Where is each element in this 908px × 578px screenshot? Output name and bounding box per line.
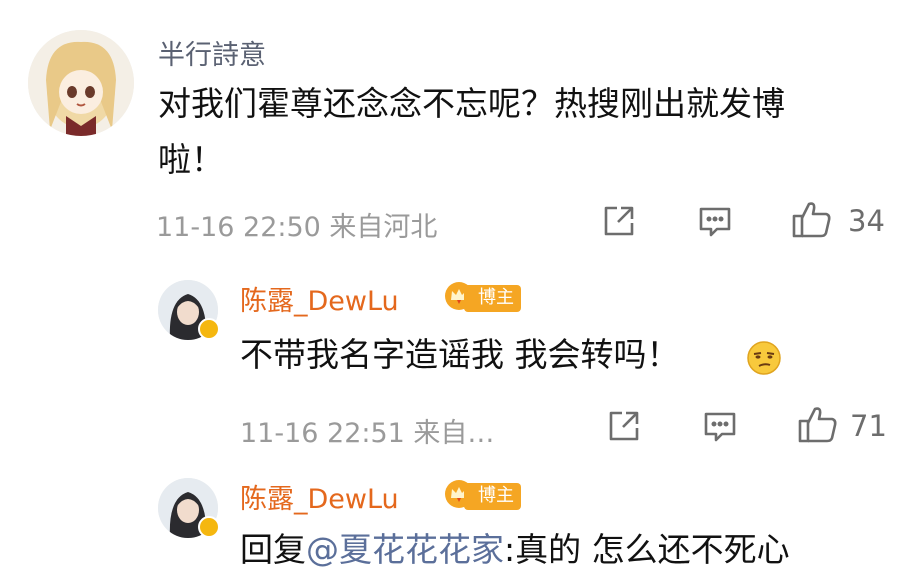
comment-text-body: 不带我名字造谣我 我会转吗！ [240,335,680,374]
like-icon[interactable] [791,199,833,239]
comment-icon[interactable] [697,203,733,239]
smirk-emoji-icon [746,340,782,380]
comment-meta: 11-16 22:50 来自河北 [156,212,438,243]
comment-text-body: :真的 怎么还不死心 [504,530,790,569]
username[interactable]: 半行詩意 [158,33,266,72]
comment-meta: 11-16 22:51 来自… [240,418,495,449]
blogger-badge-label: 博主 [464,482,521,510]
username[interactable]: 陈露_DewLu [240,477,399,516]
like-icon[interactable] [797,404,839,444]
verified-icon [198,318,220,340]
avatar[interactable] [28,30,134,136]
verified-icon [198,516,220,538]
like-count: 34 [848,204,885,238]
reply-prefix: 回复 [240,530,306,569]
comment-text: 不带我名字造谣我 我会转吗！ [240,327,680,383]
comment-text: 对我们霍尊还念念不忘呢？热搜刚出就发博 啦！ [158,76,898,188]
blogger-badge: 博主 [444,479,521,513]
like-count: 71 [850,409,887,443]
comment-text-line: 对我们霍尊还念念不忘呢？热搜刚出就发博 [158,84,785,123]
share-icon[interactable] [606,408,642,444]
comment-text-line: 啦！ [158,140,224,179]
blogger-badge: 博主 [444,281,521,315]
share-icon[interactable] [601,203,637,239]
comment-icon[interactable] [702,408,738,444]
blogger-badge-label: 博主 [464,284,521,312]
comment-text: 回复@夏花花花家:真的 怎么还不死心 [240,522,790,578]
username[interactable]: 陈露_DewLu [240,279,399,318]
mention-link[interactable]: @夏花花花家 [306,530,504,569]
